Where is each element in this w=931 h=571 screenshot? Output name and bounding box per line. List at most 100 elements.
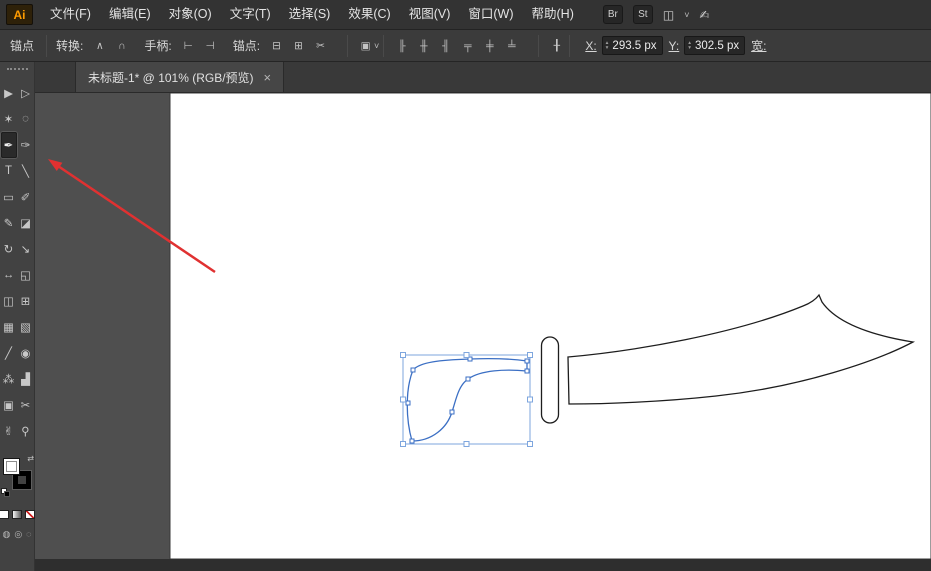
align-center-vertical-button[interactable]: ╪ [481, 37, 498, 54]
br-button[interactable]: Br [603, 5, 623, 24]
stylus-icon[interactable]: ✍ [699, 8, 709, 22]
rectangle-tool[interactable]: ▭ [1, 184, 17, 210]
y-position-field[interactable]: ▴ ▾ 302.5 px [684, 36, 745, 55]
bbox-handle[interactable] [464, 353, 469, 358]
st-button[interactable]: St [633, 5, 653, 24]
x-position-label[interactable]: X: [585, 39, 596, 53]
menu-item-4[interactable]: 文字(T) [221, 7, 280, 21]
pencil-tool[interactable]: ✎ [1, 210, 17, 236]
align-center-horizontal-button[interactable]: ╫ [415, 37, 432, 54]
hand-tool[interactable]: ✌ [1, 418, 17, 444]
chevron-down-icon[interactable]: ˅ [684, 10, 689, 20]
convert-to-smooth-button[interactable]: ∩ [113, 37, 130, 54]
width-tool[interactable]: ↔ [1, 262, 17, 288]
isolate-selected-object-button[interactable]: ▣ [357, 37, 374, 54]
align-right-button[interactable]: ╢ [437, 37, 454, 54]
lasso-tool[interactable]: ◌ [18, 106, 34, 132]
gradient-fill-button[interactable] [12, 510, 22, 519]
y-spinner[interactable]: ▴ ▾ [688, 41, 691, 50]
bbox-handle[interactable] [464, 442, 469, 447]
spinner-down-icon[interactable]: ▾ [606, 46, 609, 51]
slice-tool[interactable]: ✂ [18, 392, 34, 418]
anchor-point[interactable] [466, 377, 470, 381]
default-fill-stroke-icon[interactable] [1, 488, 11, 498]
paintbrush-tool[interactable]: ✐ [18, 184, 34, 210]
canvas-area[interactable] [35, 93, 931, 571]
separator [347, 35, 348, 57]
anchor-point[interactable] [411, 368, 415, 372]
eraser-tool[interactable]: ◪ [18, 210, 34, 236]
curvature-tool[interactable]: ✑ [18, 132, 34, 158]
anchor-point[interactable] [450, 410, 454, 414]
width-label[interactable]: 宽: [751, 37, 766, 54]
bbox-handle[interactable] [401, 353, 406, 358]
anchor-point[interactable] [525, 369, 529, 373]
chevron-down-icon[interactable]: ˅ [374, 41, 379, 51]
shape-builder-tool[interactable]: ◫ [1, 288, 17, 314]
gradient-tool[interactable]: ▧ [18, 314, 34, 340]
panel-grip[interactable] [7, 68, 28, 70]
anchor-point[interactable] [410, 439, 414, 443]
swap-fill-stroke-icon[interactable]: ⇄ [27, 454, 34, 463]
free-transform-tool[interactable]: ◱ [18, 262, 34, 288]
pen-tool[interactable]: ✒ [1, 132, 17, 158]
zoom-tool[interactable]: ⚲ [18, 418, 34, 444]
align-left-button[interactable]: ╟ [393, 37, 410, 54]
y-position-label[interactable]: Y: [669, 39, 680, 53]
fill-color-swatch[interactable] [3, 458, 20, 475]
line-segment-tool[interactable]: ╲ [18, 158, 34, 184]
anchors-button-group: ⊟ ⊞ ✂ [268, 37, 329, 54]
distribute-button[interactable]: ╂ [548, 37, 565, 54]
spinner-down-icon[interactable]: ▾ [688, 46, 691, 51]
menu-item-2[interactable]: 编辑(E) [100, 7, 160, 21]
column-graph-tool[interactable]: ▟ [18, 366, 34, 392]
magic-wand-tool[interactable]: ✶ [1, 106, 17, 132]
selection-tool[interactable]: ▶ [1, 80, 17, 106]
menu-item-9[interactable]: 帮助(H) [523, 7, 583, 21]
rotate-tool[interactable]: ↻ [1, 236, 17, 262]
anchor-point[interactable] [525, 359, 529, 363]
bbox-handle[interactable] [401, 442, 406, 447]
symbol-sprayer-tool[interactable]: ⁂ [1, 366, 17, 392]
bbox-handle[interactable] [528, 353, 533, 358]
perspective-grid-tool[interactable]: ⊞ [18, 288, 34, 314]
hide-handles-button[interactable]: ⊣ [202, 37, 219, 54]
tab-close-button[interactable]: × [264, 70, 272, 85]
document-tab-title: 未标题-1* @ 101% (RGB/预览) [88, 69, 254, 86]
menu-item-6[interactable]: 效果(C) [339, 7, 399, 21]
blend-tool[interactable]: ◉ [18, 340, 34, 366]
menu-item-8[interactable]: 窗口(W) [459, 7, 522, 21]
tools-panel: ▶▷✶◌✒✑T╲▭✐✎◪↻↘↔◱◫⊞▦▧╱◉⁂▟▣✂✌⚲ ⇄ ◍◎◌ [0, 62, 35, 571]
none-fill-button[interactable] [25, 510, 35, 519]
direct-selection-tool[interactable]: ▷ [18, 80, 34, 106]
draw-behind-button[interactable]: ◎ [14, 529, 22, 540]
eyedropper-tool[interactable]: ╱ [1, 340, 17, 366]
x-spinner[interactable]: ▴ ▾ [606, 41, 609, 50]
document-tab[interactable]: 未标题-1* @ 101% (RGB/预览) × [75, 62, 284, 92]
add-anchor-button[interactable]: ⊞ [290, 37, 307, 54]
mesh-tool[interactable]: ▦ [1, 314, 17, 340]
workspace-switcher-icon[interactable]: ◫ [663, 8, 674, 22]
x-position-field[interactable]: ▴ ▾ 293.5 px [602, 36, 663, 55]
align-top-button[interactable]: ╤ [459, 37, 476, 54]
draw-inside-button[interactable]: ◌ [26, 529, 31, 540]
bbox-handle[interactable] [528, 442, 533, 447]
type-tool[interactable]: T [1, 158, 17, 184]
bbox-handle[interactable] [401, 397, 406, 402]
menu-item-5[interactable]: 选择(S) [280, 7, 340, 21]
draw-normal-button[interactable]: ◍ [2, 529, 10, 540]
color-fill-button[interactable] [0, 510, 9, 519]
menu-item-1[interactable]: 文件(F) [41, 7, 100, 21]
artboard-tool[interactable]: ▣ [1, 392, 17, 418]
menu-item-7[interactable]: 视图(V) [400, 7, 460, 21]
scale-tool[interactable]: ↘ [18, 236, 34, 262]
menu-item-3[interactable]: 对象(O) [160, 7, 221, 21]
remove-anchor-button[interactable]: ⊟ [268, 37, 285, 54]
show-handles-button[interactable]: ⊢ [180, 37, 197, 54]
align-bottom-button[interactable]: ╧ [503, 37, 520, 54]
pill-shape[interactable] [542, 337, 559, 423]
convert-to-corner-button[interactable]: ∧ [91, 37, 108, 54]
bbox-handle[interactable] [528, 397, 533, 402]
anchor-point[interactable] [406, 401, 410, 405]
cut-path-button[interactable]: ✂ [312, 37, 329, 54]
